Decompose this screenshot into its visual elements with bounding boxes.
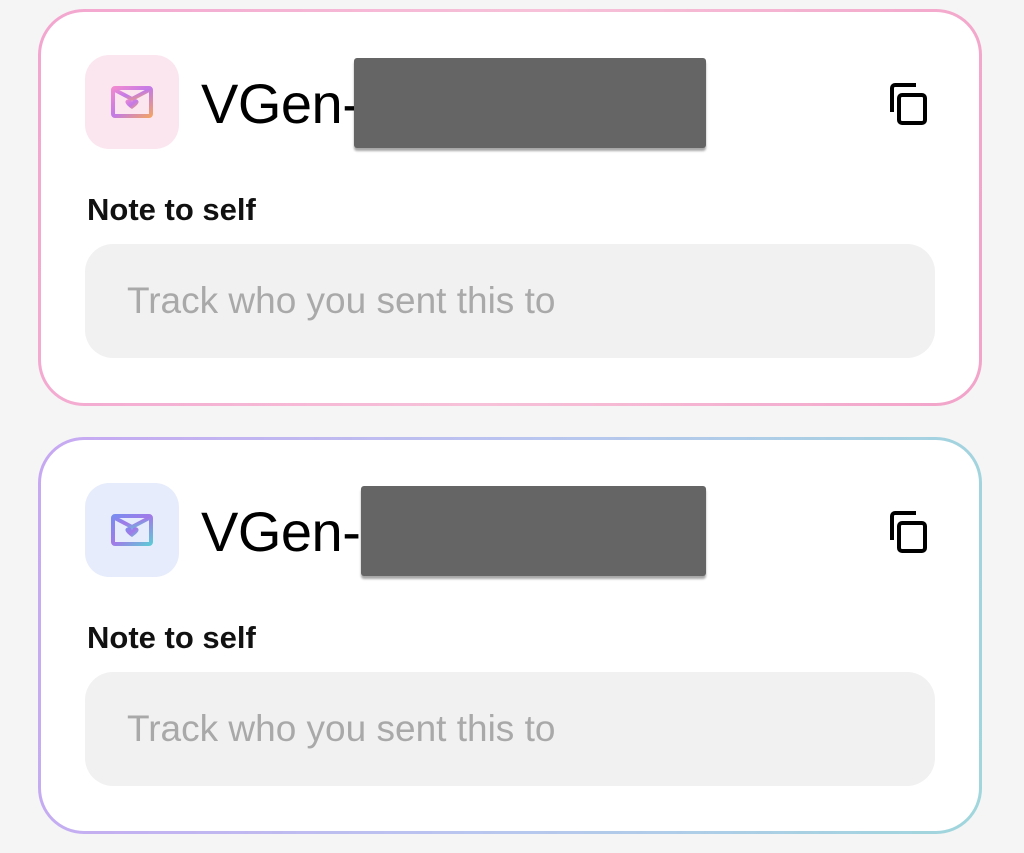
heart-mail-icon <box>85 55 179 149</box>
note-label: Note to self <box>87 620 256 655</box>
redacted-alias-block <box>354 58 706 148</box>
alias-address: VGen- <box>201 500 361 563</box>
copy-button[interactable] <box>883 509 933 559</box>
alias-card-body: VGen- Note to self <box>41 440 979 831</box>
redacted-alias-block <box>361 486 706 576</box>
alias-card: VGen- Note to self <box>38 437 982 834</box>
heart-mail-icon <box>85 483 179 577</box>
alias-address: VGen- <box>201 72 361 135</box>
note-input[interactable] <box>85 672 935 786</box>
alias-card-body: VGen- Note to self <box>41 12 979 403</box>
note-label: Note to self <box>87 192 256 227</box>
note-input[interactable] <box>85 244 935 358</box>
alias-card: VGen- Note to self <box>38 9 982 406</box>
copy-button[interactable] <box>883 81 933 131</box>
copy-icon <box>886 82 930 131</box>
copy-icon <box>886 510 930 559</box>
